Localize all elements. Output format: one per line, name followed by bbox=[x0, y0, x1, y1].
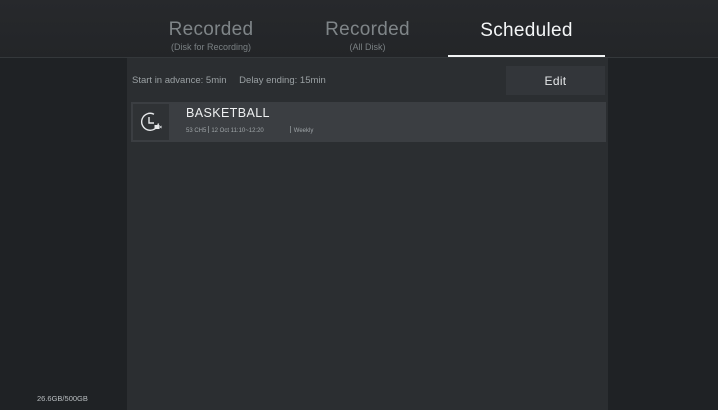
storage-usage: 26.6GB/500GB bbox=[37, 394, 88, 403]
start-advance-text: Start in advance: 5min bbox=[132, 75, 227, 86]
separator bbox=[289, 126, 291, 133]
top-tab-bar: Recorded (Disk for Recording) Recorded (… bbox=[0, 0, 718, 58]
repeat-text: Weekly bbox=[293, 128, 314, 134]
right-margin bbox=[608, 58, 718, 410]
tab-recorded-all-disk[interactable]: Recorded (All Disk) bbox=[290, 0, 445, 57]
program-details: 53 CH5 12 Oct 11:10~12:20 Weekly bbox=[186, 126, 313, 134]
edit-button[interactable]: Edit bbox=[506, 66, 605, 95]
schedule-list-item[interactable]: BASKETBALL 53 CH5 12 Oct 11:10~12:20 Weekl… bbox=[131, 102, 606, 142]
program-title: BASKETBALL bbox=[186, 106, 270, 120]
tab-scheduled[interactable]: Scheduled bbox=[448, 0, 605, 57]
tab-subtitle: (Disk for Recording) bbox=[170, 42, 252, 52]
delay-ending-text: Delay ending: 15min bbox=[239, 75, 326, 86]
tab-subtitle: (All Disk) bbox=[349, 42, 386, 52]
left-margin bbox=[0, 58, 127, 410]
time-text: 12 Oct 11:10~12:20 bbox=[211, 128, 264, 134]
tab-title: Recorded bbox=[168, 19, 254, 40]
recording-settings-info: Start in advance: 5min Delay ending: 15m… bbox=[132, 75, 336, 86]
tab-title: Recorded bbox=[325, 19, 410, 40]
separator bbox=[208, 126, 210, 133]
clock-record-icon bbox=[133, 104, 169, 140]
tab-recorded-disk-for-recording[interactable]: Recorded (Disk for Recording) bbox=[126, 0, 296, 57]
tab-title: Scheduled bbox=[480, 20, 573, 41]
channel-text: 53 CH5 bbox=[186, 128, 207, 134]
